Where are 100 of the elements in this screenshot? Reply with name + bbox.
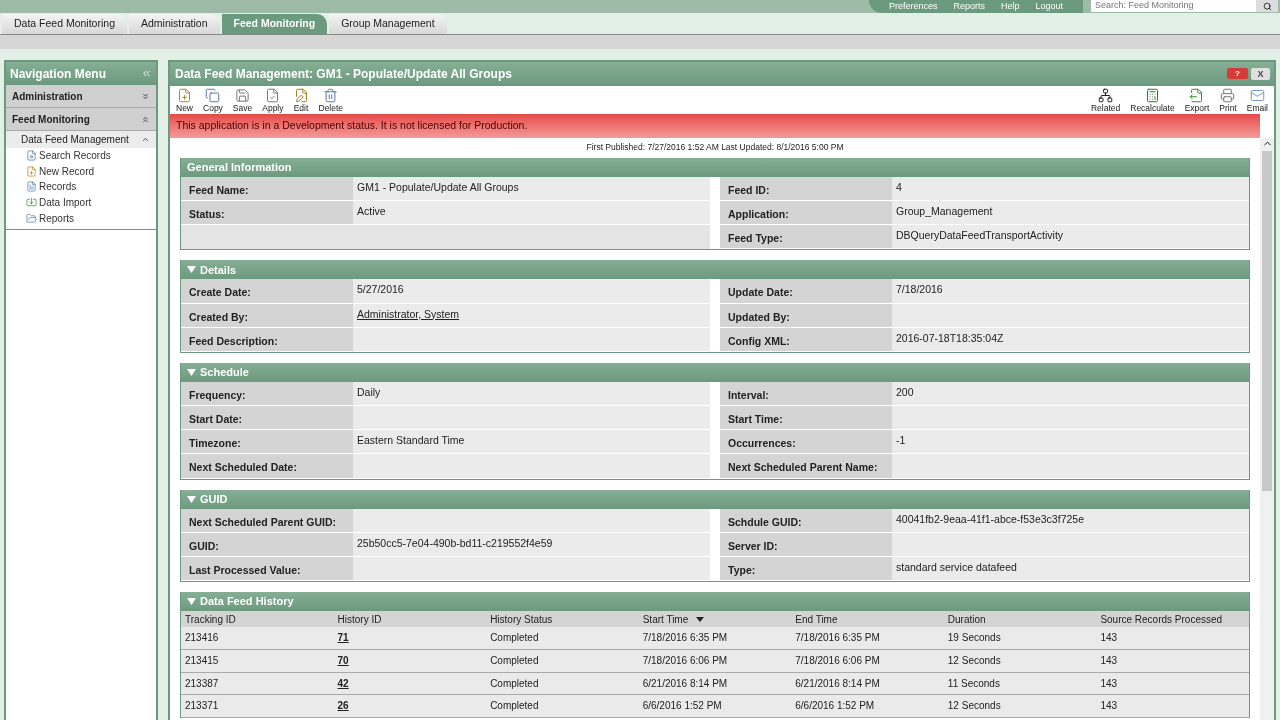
field-value: -1 bbox=[896, 434, 906, 447]
menu-group[interactable]: Feed Monitoring bbox=[6, 108, 156, 131]
field-label: Config XML: bbox=[720, 327, 892, 352]
field-label: Start Date: bbox=[181, 406, 353, 431]
table-cell: Completed bbox=[490, 677, 539, 689]
toolbar-button[interactable]: Recalculate bbox=[1127, 88, 1178, 113]
hierarchy-icon bbox=[1098, 88, 1114, 103]
table-cell: 6/21/2016 8:14 PM bbox=[642, 677, 728, 689]
history-link[interactable]: 70 bbox=[337, 655, 349, 667]
field-value: 4 bbox=[896, 180, 902, 193]
field-label: Feed ID: bbox=[720, 176, 892, 201]
table-cell: 143 bbox=[1100, 677, 1118, 689]
menu-item[interactable]: Data Import bbox=[6, 194, 156, 211]
history-link[interactable]: 42 bbox=[337, 677, 349, 689]
collapse-icon[interactable] bbox=[141, 68, 152, 79]
toolbar-button[interactable]: Email bbox=[1243, 88, 1271, 113]
field-value: Group_Management bbox=[896, 204, 993, 217]
field-label: Start Time: bbox=[720, 406, 892, 431]
column-header[interactable]: Tracking ID bbox=[181, 611, 334, 628]
close-button[interactable]: X bbox=[1251, 68, 1270, 80]
calculator-icon bbox=[1144, 88, 1160, 103]
nav-tab[interactable]: Administration bbox=[129, 14, 220, 34]
field-label: Next Scheduled Parent Name: bbox=[720, 454, 892, 479]
alert-message: This application is in a Development status. It is not licensed for Production. bbox=[176, 118, 528, 134]
search-field[interactable]: Search: Feed Monitoring bbox=[1091, 0, 1256, 12]
field-label: Feed Type: bbox=[720, 225, 892, 250]
nav-tab[interactable]: Data Feed Monitoring bbox=[2, 14, 127, 34]
table-cell: 213415 bbox=[185, 655, 219, 667]
column-header[interactable]: Source Records Processed bbox=[1096, 611, 1249, 628]
toolbar-button[interactable]: Save bbox=[229, 88, 256, 113]
field-label: Timezone: bbox=[181, 430, 353, 455]
file-plus-icon bbox=[26, 165, 37, 177]
toolbar-button[interactable]: Delete bbox=[315, 88, 347, 113]
file-plus-icon bbox=[177, 88, 192, 103]
publish-info: First Published: 7/27/2016 1:52 AM Last Updated: 8/1/2016 5:00 PM bbox=[585, 141, 845, 154]
field-label: Application: bbox=[720, 200, 892, 226]
search-icon bbox=[26, 150, 37, 162]
menu-item[interactable]: Reports bbox=[6, 210, 156, 226]
window-title: Data Feed Management: GM1 - Populate/Update All Groups bbox=[175, 66, 512, 83]
table-cell: 143 bbox=[1100, 700, 1118, 712]
field-label: Interval: bbox=[720, 381, 892, 407]
table-cell: 11 Seconds bbox=[947, 677, 1000, 689]
printer-icon bbox=[1220, 88, 1236, 103]
field-label: Feed Name: bbox=[181, 176, 353, 201]
collapse-triangle-icon[interactable] bbox=[187, 494, 196, 504]
field-label: GUID: bbox=[181, 532, 353, 557]
user-link[interactable]: Administrator, System bbox=[357, 307, 460, 320]
table-cell: 213387 bbox=[185, 677, 219, 689]
nav-tab[interactable]: Group Management bbox=[329, 14, 447, 34]
table-cell: 7/18/2016 6:35 PM bbox=[795, 632, 880, 644]
history-link[interactable]: 26 bbox=[337, 700, 349, 712]
table-cell: 12 Seconds bbox=[947, 655, 1001, 667]
field-label: Last Processed Value: bbox=[181, 557, 353, 582]
section-title: Details bbox=[200, 262, 237, 278]
menu-group[interactable]: Administration bbox=[6, 85, 156, 108]
envelope-icon bbox=[1249, 88, 1265, 103]
menu-item[interactable]: Records bbox=[6, 179, 156, 195]
menu-item[interactable]: Search Records bbox=[6, 148, 156, 164]
folder-icon bbox=[26, 212, 37, 224]
collapse-triangle-icon[interactable] bbox=[187, 597, 196, 607]
toolbar-button[interactable]: Export bbox=[1181, 88, 1213, 113]
column-header[interactable]: History Status bbox=[486, 611, 639, 628]
collapse-triangle-icon[interactable] bbox=[187, 367, 196, 377]
toolbar-button[interactable]: Apply bbox=[259, 88, 287, 113]
field-label: Frequency: bbox=[181, 381, 353, 407]
table-cell: 213371 bbox=[185, 700, 219, 712]
search-button[interactable] bbox=[1256, 0, 1278, 12]
column-header[interactable]: Start Time bbox=[638, 611, 792, 628]
column-header[interactable]: Duration bbox=[943, 611, 1097, 628]
table-cell: 143 bbox=[1100, 632, 1118, 644]
table-cell: 213416 bbox=[185, 632, 219, 644]
field-value: 200 bbox=[896, 385, 914, 398]
export-icon bbox=[1189, 88, 1205, 103]
field-value: GM1 - Populate/Update All Groups bbox=[357, 180, 519, 193]
field-value: 5/27/2016 bbox=[357, 283, 404, 296]
history-link[interactable]: 71 bbox=[337, 632, 349, 644]
file-check-icon bbox=[265, 88, 281, 103]
field-label: Status: bbox=[181, 200, 353, 226]
file-pen-icon bbox=[293, 88, 309, 103]
scrollbar[interactable] bbox=[1260, 138, 1274, 720]
help-button[interactable]: ? bbox=[1227, 68, 1248, 79]
column-header[interactable]: End Time bbox=[791, 611, 944, 628]
toolbar-button[interactable]: New bbox=[173, 88, 196, 113]
field-label: Schdule GUID: bbox=[720, 508, 892, 533]
field-label: Occurrences: bbox=[720, 430, 892, 455]
field-label: Feed Description: bbox=[181, 327, 353, 352]
collapse-triangle-icon[interactable] bbox=[187, 265, 196, 275]
menu-item[interactable]: New Record bbox=[6, 163, 156, 180]
toolbar-button[interactable]: Related bbox=[1087, 88, 1124, 113]
toolbar-button[interactable]: Edit bbox=[290, 88, 312, 113]
scroll-thumb[interactable] bbox=[1262, 151, 1272, 491]
menu-subgroup[interactable]: Data Feed Management bbox=[6, 131, 156, 148]
table-cell: 7/18/2016 6:06 PM bbox=[795, 655, 880, 667]
table-cell: Completed bbox=[490, 655, 539, 667]
field-value: DBQueryDataFeedTransportActivity bbox=[896, 229, 1064, 242]
field-value: Active bbox=[357, 204, 386, 217]
toolbar-button[interactable]: Print bbox=[1216, 88, 1240, 113]
toolbar-button[interactable]: Copy bbox=[200, 88, 226, 113]
column-header[interactable]: History ID bbox=[333, 611, 487, 628]
field-value: Eastern Standard Time bbox=[357, 434, 465, 447]
